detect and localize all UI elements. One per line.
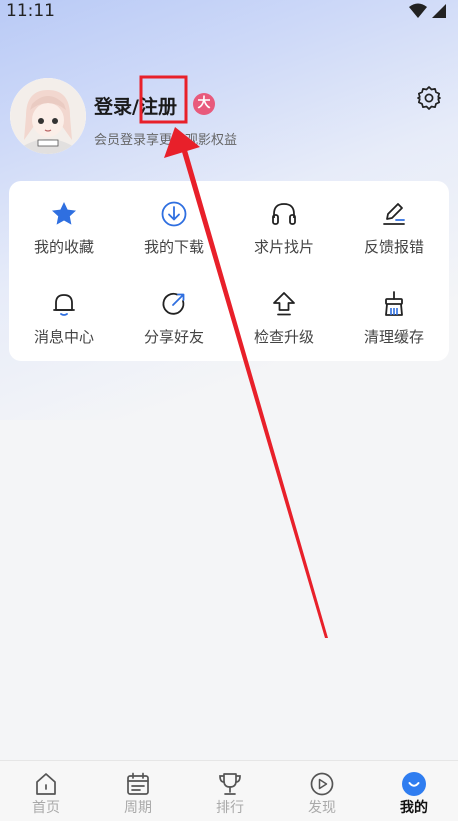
grid-label: 我的收藏	[33, 238, 94, 256]
tab-ranking[interactable]: 排行	[184, 761, 276, 821]
tab-discover[interactable]: 发现	[276, 761, 368, 821]
grid-label: 反馈报错	[363, 238, 424, 256]
grid-item-downloads[interactable]: 我的下载	[119, 181, 229, 269]
grid-label: 消息中心	[33, 328, 94, 346]
bell-icon	[49, 289, 79, 319]
profile-icon	[401, 771, 427, 797]
settings-gear-icon[interactable]	[416, 85, 442, 111]
avatar[interactable]	[10, 78, 86, 154]
wifi-icon	[409, 3, 427, 18]
status-time: 11:11	[6, 1, 55, 21]
grid-item-request[interactable]: 求片找片	[229, 181, 339, 269]
calendar-icon	[125, 771, 151, 797]
tab-schedule[interactable]: 周期	[92, 761, 184, 821]
grid-label: 检查升级	[253, 328, 314, 346]
grid-item-feedback[interactable]: 反馈报错	[339, 181, 449, 269]
tab-mine[interactable]: 我的	[368, 761, 458, 821]
tab-home[interactable]: 首页	[0, 761, 92, 821]
grid-item-upgrade[interactable]: 检查升级	[229, 271, 339, 359]
bottom-tab-bar: 首页 周期 排行 发现 我的	[0, 760, 458, 821]
grid-item-messages[interactable]: 消息中心	[9, 271, 119, 359]
trophy-icon	[217, 771, 243, 797]
grid-label: 清理缓存	[363, 328, 424, 346]
edit-icon	[379, 199, 409, 229]
member-subtitle: 会员登录享更多观影权益	[94, 133, 238, 148]
status-icons	[408, 2, 450, 24]
profile-section[interactable]: 登录/注册 大 会员登录享更多观影权益	[0, 72, 458, 172]
tab-label: 首页	[32, 800, 60, 816]
tab-label: 周期	[124, 800, 152, 816]
star-icon	[49, 199, 79, 229]
grid-item-favorites[interactable]: 我的收藏	[9, 181, 119, 269]
grid-item-clear-cache[interactable]: 清理缓存	[339, 271, 449, 359]
home-icon	[33, 771, 59, 797]
grid-label: 分享好友	[143, 328, 204, 346]
tab-label: 排行	[216, 800, 244, 816]
grid-label: 求片找片	[253, 238, 314, 256]
share-icon	[159, 289, 189, 319]
tab-label: 我的	[400, 800, 428, 816]
broom-icon	[379, 289, 409, 319]
download-icon	[159, 199, 189, 229]
feature-grid: 我的收藏 我的下载 求片找片 反馈报错 消息中心 分享好友 检查升级 清理缓存	[9, 181, 449, 361]
grid-label: 我的下载	[143, 238, 204, 256]
headphones-icon	[269, 199, 299, 229]
tab-label: 发现	[308, 800, 336, 816]
login-register-link[interactable]: 登录/注册	[94, 92, 177, 119]
status-bar: 11:11	[0, 0, 458, 24]
upgrade-icon	[269, 289, 299, 319]
vip-badge: 大	[193, 93, 215, 115]
signal-icon	[432, 4, 446, 18]
grid-item-share[interactable]: 分享好友	[119, 271, 229, 359]
play-icon	[309, 771, 335, 797]
